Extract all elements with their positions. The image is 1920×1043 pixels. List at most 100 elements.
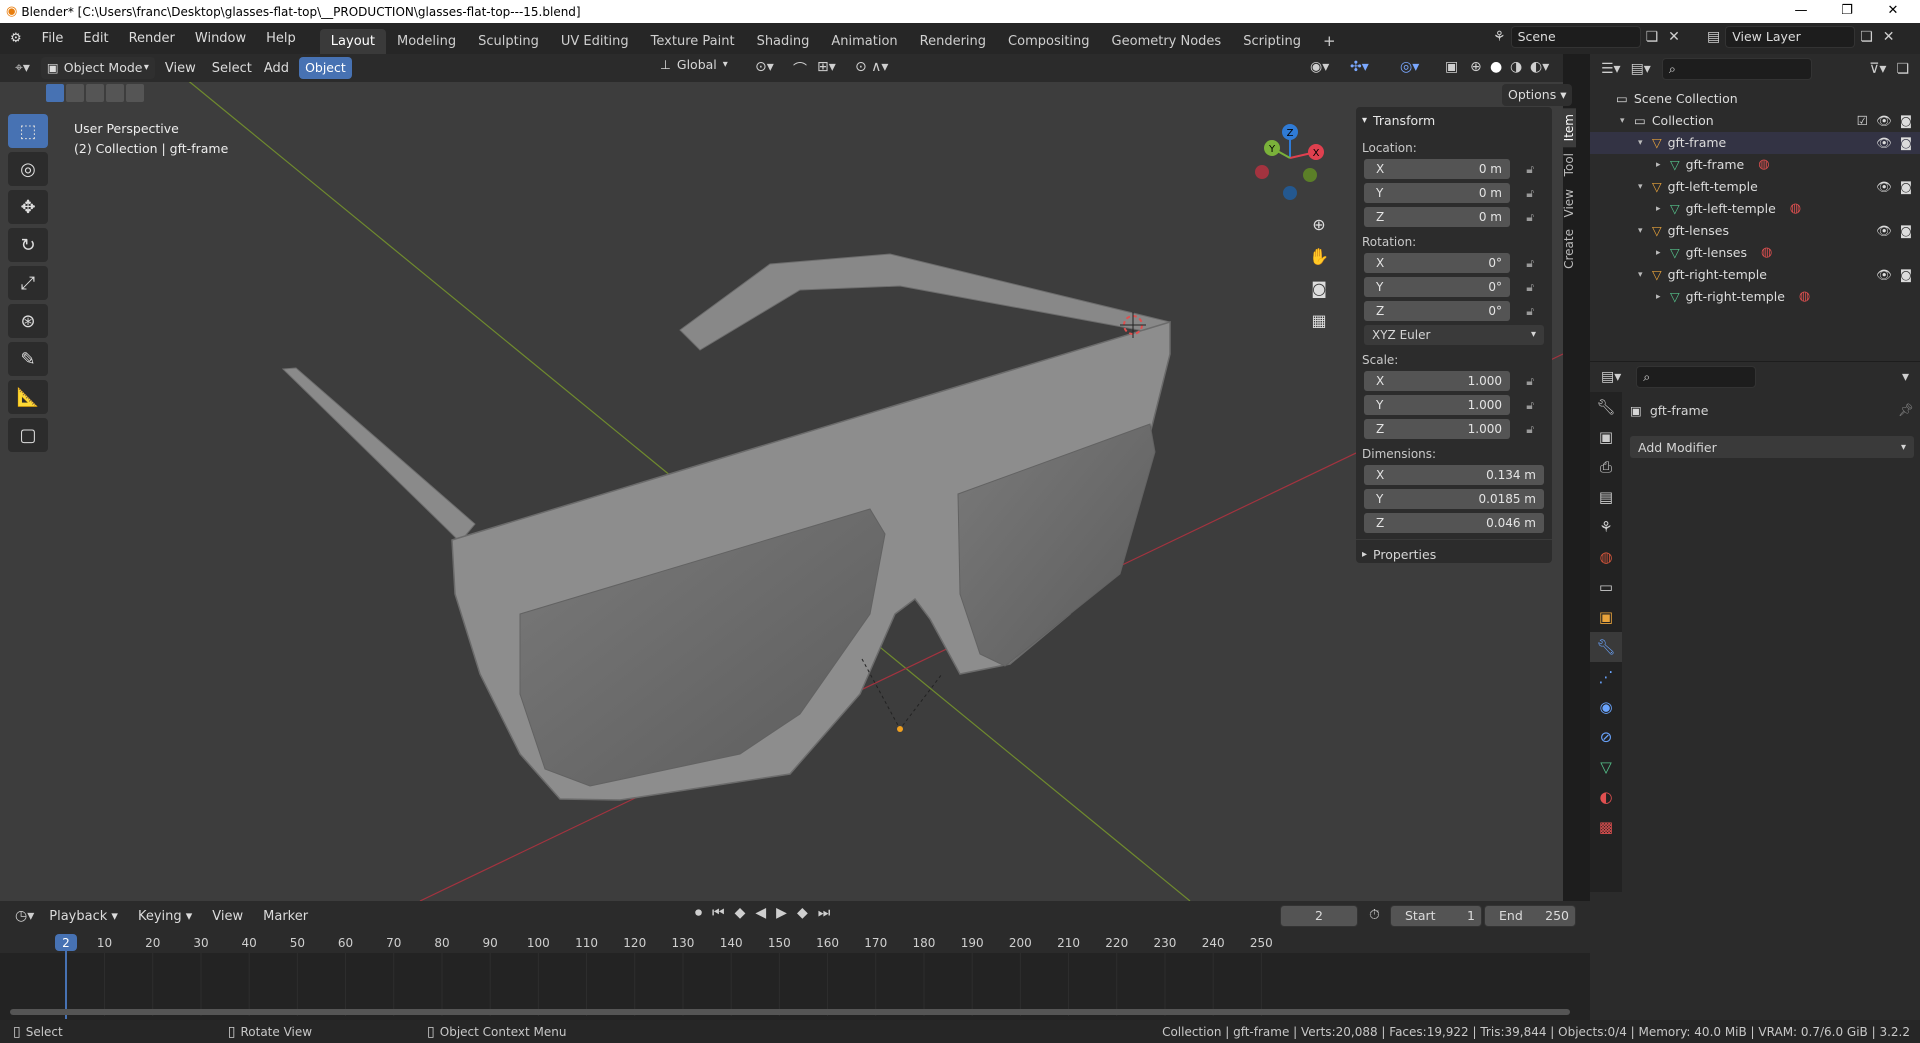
add-cube-tool-icon[interactable]: ▢ bbox=[8, 418, 48, 452]
perspective-grid-icon[interactable]: ▦ bbox=[1306, 306, 1332, 334]
dimension-y-field[interactable]: Y 0.0185 m bbox=[1364, 489, 1544, 509]
tab-geometry-nodes[interactable]: Geometry Nodes bbox=[1101, 29, 1233, 54]
tab-tool[interactable]: Tool bbox=[1562, 147, 1576, 182]
lock-icon[interactable]: 🔓︎ bbox=[1526, 277, 1534, 297]
ruler-band[interactable] bbox=[0, 931, 1590, 953]
record-icon[interactable]: ⏺ bbox=[690, 905, 707, 921]
lock-icon[interactable]: 🔓︎ bbox=[1526, 183, 1534, 203]
tab-view[interactable]: View bbox=[1562, 183, 1576, 223]
camera-render-icon[interactable]: ◙ bbox=[1900, 176, 1912, 198]
overlays-icon[interactable]: ◎▾ bbox=[1395, 59, 1424, 75]
outliner-row[interactable]: ▾ ▽ gft-lenses 👁︎ ◙ bbox=[1590, 220, 1920, 242]
tab-scripting[interactable]: Scripting bbox=[1232, 29, 1312, 54]
wireframe-shading-icon[interactable]: ⊕ bbox=[1465, 59, 1487, 75]
next-keyframe-icon[interactable]: ◆ bbox=[792, 905, 813, 921]
camera-render-icon[interactable]: ◙ bbox=[1900, 132, 1912, 154]
world-tab-icon[interactable]: ◍ bbox=[1590, 542, 1622, 572]
location-y-field[interactable]: Y 0 m 🔓︎ bbox=[1364, 183, 1534, 203]
material-icon[interactable]: ◍ bbox=[1799, 286, 1810, 308]
minimize-button[interactable]: — bbox=[1778, 0, 1824, 23]
jump-end-icon[interactable]: ⏭ bbox=[813, 905, 836, 921]
properties-editor-icon[interactable]: ▤▾ bbox=[1596, 369, 1626, 385]
outliner-row[interactable]: ▸ ▽ gft-left-temple ◍ bbox=[1590, 198, 1920, 220]
xray-icon[interactable]: ▣ bbox=[1440, 59, 1463, 75]
physics-tab-icon[interactable]: ◉ bbox=[1590, 692, 1622, 722]
right-temple-mesh[interactable] bbox=[679, 253, 1171, 351]
prev-keyframe-icon[interactable]: ◆ bbox=[730, 905, 751, 921]
tab-texture-paint[interactable]: Texture Paint bbox=[640, 29, 746, 54]
timeline-menu-keying[interactable]: Keying ▾ bbox=[128, 901, 202, 932]
location-z-field[interactable]: Z 0 m 🔓︎ bbox=[1364, 207, 1534, 227]
output-tab-icon[interactable]: ⎙ bbox=[1590, 452, 1622, 482]
outliner-row[interactable]: ▸ ▽ gft-frame ◍ bbox=[1590, 154, 1920, 176]
zoom-icon[interactable]: ⊕ bbox=[1306, 210, 1332, 238]
new-view-layer-icon[interactable]: ❏ bbox=[1855, 29, 1878, 45]
menu-edit[interactable]: Edit bbox=[73, 23, 118, 54]
timeline-menu-playback[interactable]: Playback ▾ bbox=[39, 901, 128, 932]
chevron-down-icon[interactable]: ▾ bbox=[1638, 176, 1652, 198]
pan-hand-icon[interactable]: ✋ bbox=[1306, 242, 1332, 270]
eye-icon[interactable]: 👁︎ bbox=[1876, 110, 1892, 132]
move-tool-icon[interactable]: ✥ bbox=[8, 190, 48, 224]
select-invert-icon[interactable] bbox=[106, 84, 124, 102]
select-subtract-icon[interactable] bbox=[86, 84, 104, 102]
exclude-checkbox-icon[interactable]: ☑ bbox=[1857, 110, 1868, 132]
pin-icon[interactable]: 📌︎ bbox=[1898, 402, 1914, 418]
stopwatch-icon[interactable]: ⏱ bbox=[1364, 907, 1385, 923]
add-workspace-icon[interactable]: + bbox=[1312, 29, 1347, 54]
modifier-tab-icon[interactable]: 🔧︎ bbox=[1590, 632, 1622, 662]
material-icon[interactable]: ◍ bbox=[1761, 242, 1772, 264]
particles-tab-icon[interactable]: ⋰ bbox=[1590, 662, 1622, 692]
material-tab-icon[interactable]: ◐ bbox=[1590, 782, 1622, 812]
maximize-button[interactable]: ❐ bbox=[1824, 0, 1870, 23]
start-frame-field[interactable]: Start 1 bbox=[1390, 905, 1482, 927]
outliner-row[interactable]: ▾ ▽ gft-left-temple 👁︎ ◙ bbox=[1590, 176, 1920, 198]
dimension-x-field[interactable]: X 0.134 m bbox=[1364, 465, 1544, 485]
view-layer-field[interactable]: View Layer bbox=[1725, 26, 1856, 48]
chevron-down-icon[interactable]: ▾ bbox=[1638, 220, 1652, 242]
snap-target-icon[interactable]: ⊞▾ bbox=[812, 59, 841, 75]
scene-icon[interactable]: ⚘ bbox=[1488, 29, 1511, 45]
rotation-z-field[interactable]: Z 0° 🔓︎ bbox=[1364, 301, 1534, 321]
scene-field[interactable]: Scene bbox=[1510, 26, 1641, 48]
chevron-right-icon[interactable]: ▸ bbox=[1656, 154, 1670, 176]
dimension-z-field[interactable]: Z 0.046 m bbox=[1364, 513, 1544, 533]
outliner-search-input[interactable]: ⌕ bbox=[1661, 58, 1812, 80]
eye-icon[interactable]: 👁︎ bbox=[1876, 220, 1892, 242]
rotation-x-field[interactable]: X 0° 🔓︎ bbox=[1364, 253, 1534, 273]
eye-icon[interactable]: 👁︎ bbox=[1876, 132, 1892, 154]
camera-render-icon[interactable]: ◙ bbox=[1900, 220, 1912, 242]
annotate-tool-icon[interactable]: ✎ bbox=[8, 342, 48, 376]
select-box-tool-icon[interactable]: ⬚ bbox=[8, 114, 48, 148]
measure-tool-icon[interactable]: 📐 bbox=[8, 380, 48, 414]
current-frame-field[interactable]: 2 bbox=[1280, 905, 1358, 927]
eye-icon[interactable]: 👁︎ bbox=[1876, 176, 1892, 198]
lock-icon[interactable]: 🔓︎ bbox=[1526, 207, 1534, 227]
lock-icon[interactable]: 🔓︎ bbox=[1526, 395, 1534, 415]
tab-item[interactable]: Item bbox=[1562, 108, 1576, 148]
texture-tab-icon[interactable]: ▩ bbox=[1590, 812, 1622, 842]
lock-icon[interactable]: 🔓︎ bbox=[1526, 419, 1534, 439]
properties-subpanel-header[interactable]: ▸ Properties bbox=[1356, 539, 1552, 569]
chevron-down-icon[interactable]: ▾ bbox=[1620, 110, 1634, 132]
visibility-icon[interactable]: ◉▾ bbox=[1305, 59, 1334, 75]
eye-icon[interactable]: 👁︎ bbox=[1876, 264, 1892, 286]
outliner-row[interactable]: ▾ ▽ gft-right-temple 👁︎ ◙ bbox=[1590, 264, 1920, 286]
select-intersect-icon[interactable] bbox=[126, 84, 144, 102]
filter-icon[interactable]: ⊽▾ bbox=[1864, 61, 1891, 77]
navigation-gizmo[interactable]: Z X Y bbox=[1250, 120, 1330, 210]
new-scene-icon[interactable]: ❏ bbox=[1641, 29, 1664, 45]
outliner-row[interactable]: ▾ ▭ Collection ☑ 👁︎ ◙ bbox=[1590, 110, 1920, 132]
lock-icon[interactable]: 🔓︎ bbox=[1526, 301, 1534, 321]
cursor-tool-icon[interactable]: ◎ bbox=[8, 152, 48, 186]
pivot-icon[interactable]: ⊙▾ bbox=[750, 59, 779, 75]
render-tab-icon[interactable]: ▣ bbox=[1590, 422, 1622, 452]
close-button[interactable]: ✕ bbox=[1870, 0, 1916, 23]
blender-menu-icon[interactable]: ⚙ bbox=[0, 23, 32, 54]
remove-scene-icon[interactable]: ✕ bbox=[1663, 29, 1685, 45]
select-extend-icon[interactable] bbox=[66, 84, 84, 102]
gizmo-toggle-icon[interactable]: ✣▾ bbox=[1345, 59, 1374, 75]
material-shading-icon[interactable]: ◑ bbox=[1505, 59, 1527, 75]
tab-layout[interactable]: Layout bbox=[319, 29, 386, 54]
tab-modeling[interactable]: Modeling bbox=[386, 29, 467, 54]
